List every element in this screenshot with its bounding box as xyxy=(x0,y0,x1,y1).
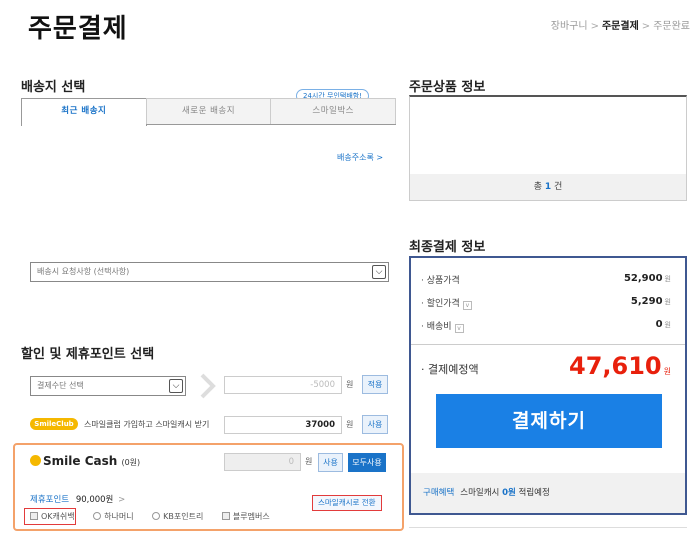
smilecash-logo-text: Smile Cash xyxy=(43,454,118,468)
benefit-text: 스마일캐시 xyxy=(460,488,500,498)
smilecash-amount-input[interactable]: 0 xyxy=(224,453,301,471)
tab-smilebox[interactable]: 스마일박스 xyxy=(270,98,397,124)
checkbox-icon xyxy=(221,512,230,520)
discount-price-label: · 할인가격 xyxy=(421,299,460,309)
coupon-unit: 원 xyxy=(346,380,354,389)
point-options: OK캐쉬백 하나머니 KB포인트리 블루멤버스 xyxy=(30,511,270,522)
breadcrumb-cart[interactable]: 장바구니 xyxy=(551,21,588,32)
coupon-discount-input[interactable]: -5000 xyxy=(224,376,342,394)
tab-new-address[interactable]: 새로운 배송지 xyxy=(145,98,272,124)
delivery-request-select[interactable]: 배송시 요청사항 (선택사항) ⌵ xyxy=(30,262,389,282)
unit: 원 xyxy=(664,275,671,283)
benefit-suffix: 적립예정 xyxy=(518,488,550,498)
total-prefix: 총 xyxy=(533,182,542,192)
expand-icon[interactable]: v xyxy=(454,324,464,333)
page-title: 주문결제 xyxy=(28,14,128,44)
discount-price-amount: 5,290 xyxy=(630,296,663,307)
option-label: OK캐쉬백 xyxy=(41,512,75,521)
breadcrumb-complete: 주문완료 xyxy=(653,21,690,32)
smileclub-unit: 원 xyxy=(346,420,354,429)
tab-recent-address[interactable]: 최근 배송지 xyxy=(21,98,147,126)
option-hanamoney[interactable]: 하나머니 xyxy=(93,512,134,521)
purchase-benefit: 구매혜택 스마일캐시 0원 적립예정 xyxy=(411,473,685,513)
benefit-label: 구매혜택 xyxy=(423,488,455,498)
breadcrumb-separator: > xyxy=(641,21,651,32)
breadcrumb: 장바구니 > 주문결제 > 주문완료 xyxy=(551,17,690,32)
smileclub-use-button[interactable]: 사용 xyxy=(362,415,388,434)
discount-price-value: 5,290 원 xyxy=(631,296,671,310)
product-price-row: · 상품가격 52,900 원 xyxy=(421,273,671,286)
shipping-fee-label: · 배송비 xyxy=(421,322,452,332)
final-payment-title: 최종결제 정보 xyxy=(409,240,486,255)
option-label: KB포인트리 xyxy=(163,512,204,521)
smile-icon xyxy=(30,455,41,466)
shipping-fee-row: · 배송비 v 0원 xyxy=(421,319,671,333)
smilecash-logo: Smile Cash (0원) xyxy=(30,454,140,468)
total-count: 1 xyxy=(544,182,552,192)
discount-section-title: 할인 및 제휴포인트 선택 xyxy=(21,347,155,362)
smilecash-use-button[interactable]: 사용 xyxy=(318,453,343,472)
shipping-fee-amount: 0 xyxy=(655,319,663,330)
radio-icon xyxy=(152,512,161,520)
shipping-section-title: 배송지 선택 xyxy=(21,80,86,95)
order-items-title: 주문상품 정보 xyxy=(409,80,486,95)
address-book-link[interactable]: 배송주소록 > xyxy=(337,152,383,163)
shipping-fee-value: 0원 xyxy=(656,319,671,333)
apply-button[interactable]: 적용 xyxy=(362,375,388,394)
breadcrumb-separator: > xyxy=(590,21,599,32)
option-label: 하나머니 xyxy=(104,512,134,521)
pay-button[interactable]: 결제하기 xyxy=(436,394,662,448)
product-price-value: 52,900 원 xyxy=(624,273,671,286)
discount-price-row: · 할인가격 v 5,290 원 xyxy=(421,296,671,310)
expected-amount-value: 47,610 xyxy=(569,352,662,380)
unit: 원 xyxy=(664,321,671,329)
unit: 원 xyxy=(664,298,671,306)
product-price-label: · 상품가격 xyxy=(421,276,460,286)
option-label: 블루멤버스 xyxy=(232,512,270,521)
smileclub-logo: SmileClub xyxy=(30,418,78,430)
chevron-right-icon: > xyxy=(118,495,126,505)
order-items-box: 총 1 건 xyxy=(409,95,687,201)
shipping-tabs: 최근 배송지 새로운 배송지 스마일박스 xyxy=(21,98,397,126)
benefit-amount: 0원 xyxy=(502,488,516,498)
radio-icon xyxy=(93,512,102,520)
partner-point-row[interactable]: 제휴포인트 90,000원 > xyxy=(30,493,125,505)
smileclub-amount-input[interactable]: 37000 xyxy=(224,416,342,434)
expand-icon[interactable]: v xyxy=(462,301,472,310)
delivery-request-value: 배송시 요청사항 (선택사항) xyxy=(37,267,130,276)
summary-bottom-divider xyxy=(409,527,687,528)
order-items-total: 총 1 건 xyxy=(410,174,686,200)
product-price-amount: 52,900 xyxy=(623,273,663,284)
chevron-down-icon: ⌵ xyxy=(372,265,386,279)
smilecash-unit: 원 xyxy=(305,457,313,466)
option-okcashbag[interactable]: OK캐쉬백 xyxy=(30,512,75,521)
checkbox-icon xyxy=(30,512,38,520)
smileclub-join-text[interactable]: 스마일클럽 가입하고 스마일캐시 받기 xyxy=(84,419,209,430)
unit: 원 xyxy=(663,367,671,376)
chevron-down-icon: ⌵ xyxy=(169,379,183,393)
final-payment-summary: · 상품가격 52,900 원 · 할인가격 v 5,290 원 · 배송비 v 0원 … xyxy=(409,256,687,515)
coupon-select-value: 결제수단 선택 xyxy=(37,381,84,390)
divider xyxy=(411,344,685,345)
convert-smilecash-button[interactable]: 스마일캐시로 전환 xyxy=(312,495,382,511)
option-kbpoint[interactable]: KB포인트리 xyxy=(152,512,203,521)
expected-amount-label: · 결제예정액 xyxy=(421,363,479,376)
chevron-right-icon xyxy=(200,373,216,399)
total-suffix: 건 xyxy=(554,182,563,192)
partner-point-value: 90,000원 xyxy=(75,495,114,505)
smilecash-balance: (0원) xyxy=(121,458,141,467)
partner-point-label: 제휴포인트 xyxy=(30,495,70,505)
expected-amount: 47,610 원 xyxy=(569,352,671,380)
coupon-select[interactable]: 결제수단 선택 ⌵ xyxy=(30,376,186,396)
smilecash-use-all-button[interactable]: 모두사용 xyxy=(348,453,386,472)
breadcrumb-checkout: 주문결제 xyxy=(601,21,639,32)
option-bluemembers[interactable]: 블루멤버스 xyxy=(221,512,270,521)
